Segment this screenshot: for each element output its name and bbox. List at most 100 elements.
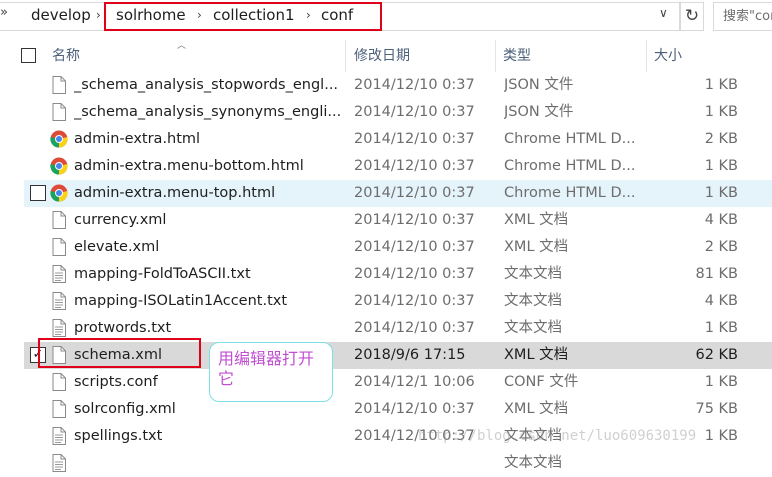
text-file-icon: [52, 292, 66, 310]
file-row[interactable]: admin-extra.html 2014/12/10 0:37 Chrome HT…: [24, 126, 772, 153]
file-size: 75 KB: [695, 401, 738, 417]
file-name: _schema_analysis_stopwords_engl...: [74, 77, 339, 93]
file-date: 2014/12/1 10:06: [354, 374, 475, 390]
file-type: 文本文档: [504, 455, 562, 471]
file-type: JSON 文件: [504, 104, 574, 120]
file-type: JSON 文件: [504, 77, 574, 93]
file-type: 文本文档: [504, 266, 562, 282]
file-date: 2018/9/6 17:15: [354, 347, 466, 363]
file-date: 2014/12/10 0:37: [354, 212, 475, 228]
file-size: 1 KB: [704, 158, 738, 174]
file-name: [74, 450, 344, 477]
file-icon: [52, 400, 66, 418]
column-label-date: 修改日期: [354, 48, 410, 64]
file-date: 2014/12/10 0:37: [354, 266, 475, 282]
file-date: [354, 450, 504, 477]
file-size: 1 KB: [704, 320, 738, 336]
schema-highlight-box: [38, 338, 201, 368]
file-type: CONF 文件: [504, 374, 579, 390]
select-all-checkbox[interactable]: [21, 48, 36, 63]
text-file-icon: [52, 319, 66, 337]
column-label-size: 大小: [654, 48, 682, 64]
chevron-right-icon[interactable]: ›: [96, 8, 101, 22]
file-icon: [52, 211, 66, 229]
column-header-size[interactable]: 大小: [648, 40, 772, 72]
text-file-icon: [52, 427, 66, 445]
file-row[interactable]: _schema_analysis_synonyms_engli... 2014/1…: [24, 99, 772, 126]
file-size: 4 KB: [704, 212, 738, 228]
file-name: admin-extra.menu-bottom.html: [74, 158, 304, 174]
file-name: mapping-ISOLatin1Accent.txt: [74, 293, 288, 309]
file-size: 4 KB: [704, 293, 738, 309]
chrome-icon: [50, 130, 68, 148]
file-type: Chrome HTML D...: [504, 158, 636, 174]
file-size: 1 KB: [704, 374, 738, 390]
column-header-type[interactable]: 类型: [497, 40, 647, 72]
column-header-name[interactable]: 名称: [46, 40, 346, 72]
file-size: 1 KB: [704, 77, 738, 93]
file-size: [644, 450, 738, 477]
file-name: admin-extra.menu-top.html: [74, 185, 276, 201]
file-size: 1 KB: [704, 104, 738, 120]
file-size: 1 KB: [704, 185, 738, 201]
column-header-row: 名称 修改日期 类型 大小: [0, 40, 772, 72]
file-size: 81 KB: [695, 266, 738, 282]
chrome-icon: [50, 157, 68, 175]
file-date: 2014/12/10 0:37: [354, 104, 475, 120]
file-type: XML 文档: [504, 239, 569, 255]
search-input[interactable]: 搜索"conf": [713, 2, 772, 31]
file-date: 2014/12/10 0:37: [354, 320, 475, 336]
file-date: 2014/12/10 0:37: [354, 401, 475, 417]
watermark: http://blog.csdn.net/luo609630199: [418, 428, 697, 444]
file-row[interactable]: solrconfig.xml 2014/12/10 0:37 XML 文档 75 KB: [24, 396, 772, 423]
file-row[interactable]: admin-extra.menu-bottom.html 2014/12/10 0…: [24, 153, 772, 180]
file-size: 2 KB: [704, 239, 738, 255]
file-row[interactable]: mapping-FoldToASCII.txt 2014/12/10 0:37 文本…: [24, 261, 772, 288]
file-type: 文本文档: [504, 293, 562, 309]
file-name: elevate.xml: [74, 239, 160, 255]
breadcrumb-develop[interactable]: develop: [31, 6, 91, 24]
file-row[interactable]: currency.xml 2014/12/10 0:37 XML 文档 4 KB: [24, 207, 772, 234]
text-file-icon: [52, 265, 66, 283]
file-row[interactable]: _schema_analysis_stopwords_engl... 2014/1…: [24, 72, 772, 99]
file-row[interactable]: 文本文档: [24, 450, 772, 477]
column-header-date[interactable]: 修改日期: [348, 40, 496, 72]
breadcrumb-highlight-box: [104, 2, 382, 31]
file-type: 文本文档: [504, 320, 562, 336]
file-icon: [52, 103, 66, 121]
breadcrumb-overflow[interactable]: »: [0, 5, 8, 20]
file-date: 2014/12/10 0:37: [354, 185, 475, 201]
file-type: XML 文档: [504, 401, 569, 417]
refresh-icon[interactable]: ↻: [680, 2, 704, 31]
file-name: _schema_analysis_synonyms_engli...: [74, 104, 342, 120]
file-row[interactable]: admin-extra.menu-top.html 2014/12/10 0:37…: [24, 180, 772, 207]
file-size: 62 KB: [695, 347, 738, 363]
file-type: XML 文档: [504, 212, 569, 228]
chrome-icon: [50, 184, 68, 202]
file-icon: [52, 238, 66, 256]
file-row[interactable]: scripts.conf 2014/12/1 10:06 CONF 文件 1 KB: [24, 369, 772, 396]
file-type: Chrome HTML D...: [504, 185, 636, 201]
file-date: 2014/12/10 0:37: [354, 293, 475, 309]
file-name: spellings.txt: [74, 428, 163, 444]
file-name: mapping-FoldToASCII.txt: [74, 266, 251, 282]
chevron-down-icon[interactable]: ∨: [659, 6, 668, 20]
file-icon: [52, 373, 66, 391]
file-name: admin-extra.html: [74, 131, 201, 147]
file-date: 2014/12/10 0:37: [354, 77, 475, 93]
column-label-name: 名称: [52, 48, 80, 64]
file-name: currency.xml: [74, 212, 167, 228]
file-date: 2014/12/10 0:37: [354, 131, 475, 147]
file-icon: [52, 76, 66, 94]
file-row[interactable]: mapping-ISOLatin1Accent.txt 2014/12/10 0:…: [24, 288, 772, 315]
file-type: Chrome HTML D...: [504, 131, 636, 147]
address-bar: » develop › solrhome › collection1 › con…: [0, 0, 772, 34]
sort-ascending-icon: ︿: [177, 41, 187, 51]
file-size: 2 KB: [704, 131, 738, 147]
file-row[interactable]: elevate.xml 2014/12/10 0:37 XML 文档 2 KB: [24, 234, 772, 261]
annotation-callout: 用编辑器打开它: [209, 342, 333, 402]
row-checkbox[interactable]: [30, 185, 46, 201]
file-date: 2014/12/10 0:37: [354, 239, 475, 255]
file-type: XML 文档: [504, 347, 569, 363]
column-label-type: 类型: [503, 48, 531, 64]
